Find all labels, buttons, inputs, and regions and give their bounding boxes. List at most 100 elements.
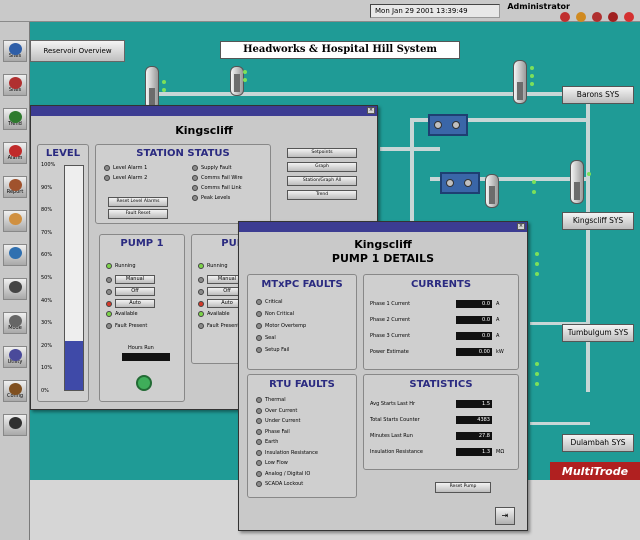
fault-row: Critical <box>256 299 283 305</box>
site-button-dulambah[interactable]: Dulambah SYS <box>562 434 634 452</box>
toolbar-button[interactable]: Alarm <box>3 142 27 164</box>
report-icon <box>9 179 22 191</box>
value-display: 1.5 <box>456 400 492 408</box>
scale-label: 50% <box>41 275 53 281</box>
level-gauge <box>64 165 84 391</box>
scale-label: 100% <box>41 162 56 168</box>
overview-action-button[interactable]: Setpoints <box>287 148 357 158</box>
status-led <box>104 175 110 181</box>
pump-state-label: Running <box>115 263 136 269</box>
status-led <box>106 300 112 307</box>
alarm-label: Comms Fail Link <box>201 185 242 191</box>
hours-run-label: Hours Run <box>128 345 154 351</box>
value-label: Phase 2 Current <box>370 317 411 323</box>
fault-label: Seal <box>265 335 276 341</box>
pump-state-row: Off <box>106 287 155 296</box>
window-titlebar[interactable]: × <box>31 106 377 116</box>
close-icon[interactable]: × <box>517 223 525 230</box>
toolbar-button[interactable]: Report <box>3 176 27 198</box>
help-icon[interactable] <box>624 12 634 22</box>
scale-label: 20% <box>41 342 53 349</box>
fault-led <box>256 323 262 329</box>
status-led <box>198 263 204 269</box>
pump-state-label: Fault Present <box>207 323 240 329</box>
status-led <box>198 311 204 317</box>
status-led <box>192 185 198 191</box>
reservoir-tank[interactable] <box>145 66 159 110</box>
alarm-icon <box>9 145 22 157</box>
toolbar-button[interactable]: Mode <box>3 312 27 334</box>
fault-reset-button[interactable]: Fault Reset <box>108 209 168 219</box>
status-indicator <box>243 78 247 82</box>
fault-label: Setup Fail <box>265 347 290 353</box>
close-icon[interactable]: × <box>367 107 375 114</box>
fault-row: Earth <box>256 439 278 445</box>
pump-state-row: Manual <box>106 275 155 284</box>
alarm-label: Comms Fail Wire <box>201 175 243 181</box>
reservoir-tank[interactable] <box>570 160 584 204</box>
reservoir-tank[interactable] <box>230 66 244 96</box>
scale-label: 30% <box>41 320 53 327</box>
status-led <box>106 288 112 295</box>
reset-button[interactable]: Reset Level Alarms <box>108 197 168 207</box>
fault-label: Critical <box>265 299 283 305</box>
fault-row: SCADA Lockout <box>256 481 303 487</box>
status-led <box>106 323 112 329</box>
site-button-barons[interactable]: Barons SYS <box>562 86 634 104</box>
overview-action-button[interactable]: Station/Graph All <box>287 176 357 186</box>
pipe <box>410 118 414 238</box>
reservoir-overview-button[interactable]: Reservoir Overview <box>30 40 125 62</box>
pump-state-label: Available <box>115 311 138 317</box>
left-toolbar: Sites Sites Trend Alarm Report Mode Utility Con… <box>0 22 30 540</box>
pump-rotor-icon[interactable] <box>136 375 152 391</box>
close-icon[interactable] <box>608 12 618 22</box>
fault-row: Motor Overtemp <box>256 323 306 329</box>
status-led <box>106 263 112 269</box>
bell-icon[interactable] <box>560 12 570 22</box>
status-indicator <box>532 190 536 194</box>
status-led <box>198 276 204 283</box>
toolbar-button[interactable] <box>3 244 27 266</box>
fault-row: Insulation Resistance <box>256 449 318 456</box>
toolbar-button[interactable]: Sites <box>3 40 27 62</box>
exit-icon[interactable]: ⇥ <box>495 507 515 525</box>
reservoir-tank[interactable] <box>485 174 499 208</box>
value-unit: MΩ <box>496 449 505 455</box>
pump-mode-button[interactable]: Manual <box>115 275 155 284</box>
overview-title: Kingscliff <box>175 124 233 137</box>
settings-icon[interactable] <box>576 12 586 22</box>
site-button-kingscliff[interactable]: Kingscliff SYS <box>562 212 634 230</box>
pump-station-unit[interactable] <box>428 114 468 136</box>
toolbar-button[interactable]: Trend <box>3 108 27 130</box>
window-titlebar[interactable]: × <box>239 222 527 232</box>
status-indicator <box>162 80 166 84</box>
fault-led <box>256 449 262 456</box>
fault-led <box>256 481 262 487</box>
scale-label: 60% <box>41 252 53 259</box>
pump-mode-button[interactable]: Auto <box>115 299 155 308</box>
pump-station-unit[interactable] <box>440 172 480 194</box>
station-status-title: STATION STATUS <box>136 148 230 159</box>
reset-pump-button[interactable]: Reset Pump <box>435 482 491 493</box>
toolbar-button[interactable] <box>3 414 27 436</box>
toolbar-button[interactable] <box>3 278 27 300</box>
mtxpc-title: MTxPC FAULTS <box>261 279 343 290</box>
toolbar-button[interactable]: Config <box>3 380 27 402</box>
overview-action-button[interactable]: Trend <box>287 190 357 200</box>
toolbar-button[interactable]: Utility <box>3 346 27 368</box>
fault-row: Analog / Digital IO <box>256 470 310 477</box>
status-indicator <box>535 252 539 256</box>
fault-led <box>256 428 262 435</box>
overview-action-button[interactable]: Graph <box>287 162 357 172</box>
site-button-tumbulgum[interactable]: Tumbulgum SYS <box>562 324 634 342</box>
alarm-row: Level Alarm 1 <box>104 165 147 171</box>
value-label: Minutes Last Run <box>370 433 413 439</box>
diamond-icon[interactable] <box>592 12 602 22</box>
toolbar-button[interactable]: Sites <box>3 74 27 96</box>
pump-mode-button[interactable]: Off <box>115 287 155 296</box>
toolbar-button[interactable] <box>3 210 27 232</box>
user-label: Administrator <box>507 2 570 11</box>
reservoir-tank[interactable] <box>513 60 527 104</box>
value-display: 4383 <box>456 416 492 424</box>
value-unit: kW <box>496 349 504 355</box>
